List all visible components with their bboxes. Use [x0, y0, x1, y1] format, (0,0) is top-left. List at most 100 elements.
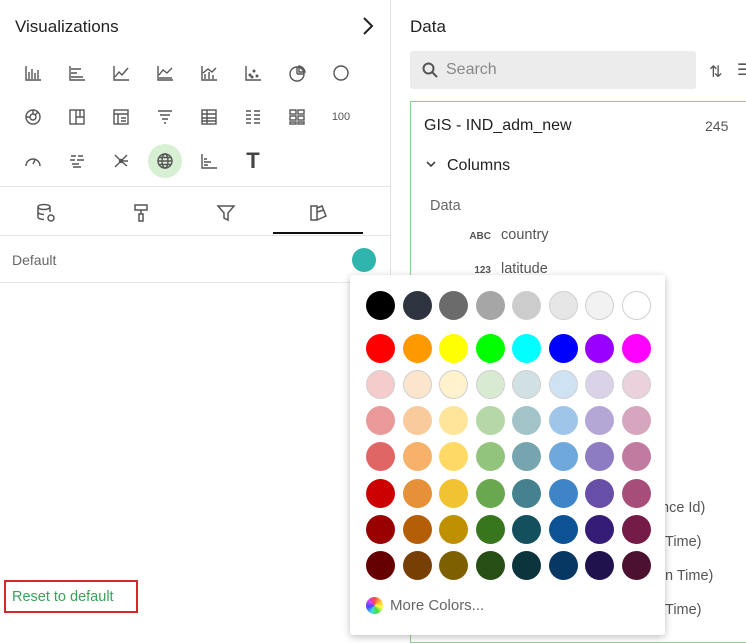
color-option[interactable] [439, 479, 468, 508]
color-option[interactable] [402, 370, 432, 399]
color-option[interactable] [439, 291, 468, 320]
color-option[interactable] [512, 370, 541, 399]
color-option[interactable] [366, 370, 395, 399]
kpi-number-icon[interactable]: 100 [324, 100, 358, 134]
color-option[interactable] [512, 551, 541, 580]
color-option[interactable] [621, 334, 651, 363]
color-option[interactable] [366, 515, 395, 544]
card-grid-icon[interactable] [280, 100, 314, 134]
color-option[interactable] [402, 442, 432, 471]
pie-chart-icon[interactable] [280, 56, 314, 90]
color-option[interactable] [366, 406, 395, 435]
treemap-icon[interactable] [60, 100, 94, 134]
color-option[interactable] [621, 479, 651, 508]
color-option[interactable] [585, 551, 614, 580]
color-option[interactable] [585, 291, 614, 320]
gauge-icon[interactable] [16, 144, 50, 178]
text-icon[interactable]: T [236, 144, 270, 178]
field-item[interactable]: ABC country [467, 227, 548, 243]
map-icon[interactable] [148, 144, 182, 178]
color-option[interactable] [512, 442, 541, 471]
color-option[interactable] [512, 334, 541, 363]
color-option[interactable] [621, 370, 651, 399]
area-chart-icon[interactable] [148, 56, 182, 90]
color-option[interactable] [548, 515, 578, 544]
color-option[interactable] [475, 551, 505, 580]
color-option[interactable] [475, 334, 505, 363]
color-option[interactable] [585, 370, 614, 399]
color-option[interactable] [585, 334, 614, 363]
funnel-icon[interactable] [148, 100, 182, 134]
color-option[interactable] [366, 442, 395, 471]
more-colors-link[interactable]: More Colors... [366, 597, 484, 614]
table-icon[interactable] [192, 100, 226, 134]
color-option[interactable] [475, 370, 505, 399]
range-icon[interactable] [192, 144, 226, 178]
color-option[interactable] [512, 291, 541, 320]
sunburst-icon[interactable] [16, 100, 50, 134]
color-option[interactable] [621, 442, 651, 471]
pivot-icon[interactable] [104, 100, 138, 134]
tab-color[interactable] [288, 192, 348, 234]
color-option[interactable] [439, 406, 468, 435]
color-option[interactable] [548, 334, 578, 363]
tab-filter[interactable] [196, 192, 256, 234]
color-option[interactable] [585, 406, 614, 435]
color-option[interactable] [621, 515, 651, 544]
scatter-icon[interactable] [236, 56, 270, 90]
menu-icon[interactable]: ☰ [737, 60, 746, 80]
color-option[interactable] [548, 551, 578, 580]
color-option[interactable] [366, 334, 395, 363]
color-option[interactable] [512, 406, 541, 435]
color-option[interactable] [439, 442, 468, 471]
color-option[interactable] [621, 406, 651, 435]
reset-to-default-link[interactable]: Reset to default [4, 580, 138, 613]
color-option[interactable] [439, 551, 468, 580]
color-option[interactable] [402, 515, 432, 544]
color-option[interactable] [475, 291, 505, 320]
color-option[interactable] [512, 515, 541, 544]
wordcloud-icon[interactable] [60, 144, 94, 178]
tab-format[interactable] [111, 192, 171, 234]
line-chart-icon[interactable] [104, 56, 138, 90]
color-option[interactable] [366, 551, 395, 580]
chevron-right-icon[interactable] [358, 14, 378, 38]
dataset-name[interactable]: GIS - IND_adm_new [424, 117, 572, 135]
color-option[interactable] [402, 334, 432, 363]
color-option[interactable] [475, 406, 505, 435]
color-option[interactable] [621, 291, 651, 320]
color-option[interactable] [621, 551, 651, 580]
color-option[interactable] [512, 479, 541, 508]
color-option[interactable] [439, 515, 468, 544]
combo-chart-icon[interactable] [192, 56, 226, 90]
color-option[interactable] [548, 442, 578, 471]
color-option[interactable] [585, 515, 614, 544]
color-option[interactable] [548, 479, 578, 508]
color-option[interactable] [366, 479, 395, 508]
color-option[interactable] [548, 370, 578, 399]
horizontal-bar-icon[interactable] [60, 56, 94, 90]
color-option[interactable] [402, 406, 432, 435]
color-option[interactable] [585, 479, 614, 508]
color-option[interactable] [402, 291, 432, 320]
color-option[interactable] [475, 515, 505, 544]
color-option[interactable] [548, 406, 578, 435]
color-option[interactable] [475, 442, 505, 471]
detail-table-icon[interactable] [236, 100, 270, 134]
search-input[interactable]: Search [410, 51, 696, 89]
network-icon[interactable] [104, 144, 138, 178]
color-option[interactable] [366, 291, 395, 320]
color-option[interactable] [402, 551, 432, 580]
columns-toggle[interactable]: Columns [425, 157, 510, 175]
color-option[interactable] [548, 291, 578, 320]
color-option[interactable] [585, 442, 614, 471]
tab-data[interactable] [16, 192, 76, 234]
color-option[interactable] [475, 479, 505, 508]
color-option[interactable] [439, 370, 468, 399]
donut-icon[interactable] [324, 56, 358, 90]
sort-icon[interactable]: ⇅ [709, 62, 722, 82]
color-swatch[interactable] [352, 248, 376, 272]
color-option[interactable] [439, 334, 468, 363]
bar-chart-icon[interactable] [16, 56, 50, 90]
color-option[interactable] [402, 479, 432, 508]
